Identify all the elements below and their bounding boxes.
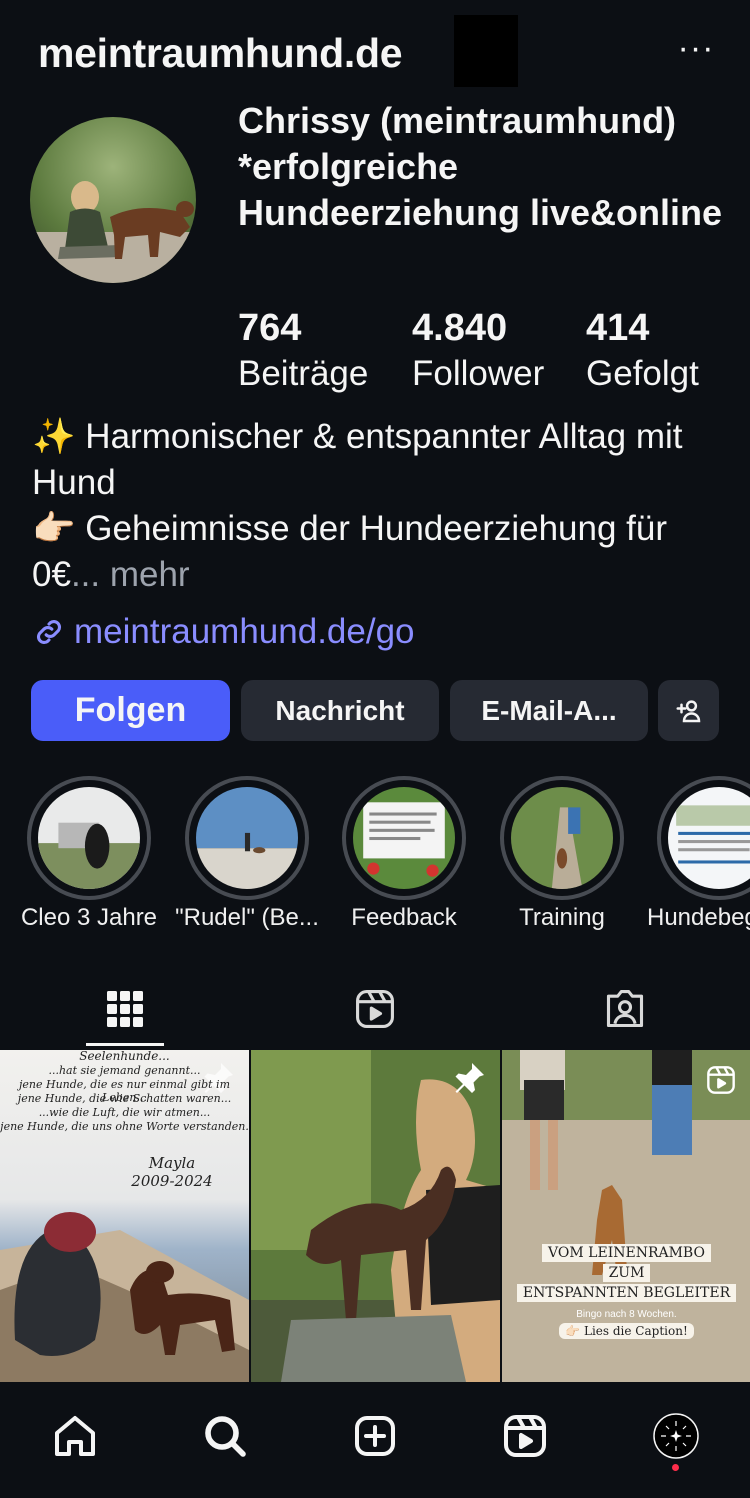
highlight-item[interactable]: Feedback	[342, 776, 466, 931]
active-tab-indicator	[86, 1043, 164, 1046]
bio: ✨ Harmonischer & entspannter Alltag mit …	[32, 414, 732, 598]
post-tile[interactable]: VOM LEINENRAMBO ZUM ENTSPANNTEN BEGLEITE…	[502, 1050, 750, 1382]
reels-icon	[356, 990, 394, 1028]
bio-line: ✨ Harmonischer & entspannter Alltag mit …	[32, 417, 683, 502]
reel-icon	[707, 1066, 735, 1094]
tab-tagged[interactable]	[500, 968, 750, 1050]
tab-reels[interactable]	[250, 968, 500, 1050]
highlight-label: Feedback	[351, 904, 457, 931]
overlay-line: VOM LEINENRAMBO	[542, 1244, 711, 1262]
full-name: Chrissy (meintraumhund) *erfolgreiche Hu…	[238, 100, 723, 233]
profile-link[interactable]: meintraumhund.de/go	[32, 609, 415, 655]
stat-value: 4.840	[412, 307, 508, 349]
highlight-item[interactable]: "Rudel" (Be...	[175, 776, 319, 931]
add-person-button[interactable]	[658, 680, 719, 741]
stat-label: Gefolgt	[586, 354, 699, 393]
poem-line: jene Hunde, die wie Schatten waren...	[17, 1092, 232, 1105]
username: meintraumhund.de	[38, 30, 403, 76]
stat-label: Follower	[412, 354, 545, 393]
overlay-subline: Bingo nach 8 Wochen.	[576, 1309, 677, 1320]
post-tile[interactable]: Seelenhunde... ...hat sie jemand genannt…	[0, 1050, 249, 1382]
home-icon[interactable]	[49, 1410, 101, 1462]
link-icon	[36, 619, 62, 645]
create-post-icon[interactable]	[349, 1410, 401, 1462]
poem-title: Seelenhunde...	[79, 1050, 170, 1063]
follow-button[interactable]: Folgen	[31, 680, 230, 741]
stat-followers[interactable]: 4.840 Follower	[412, 306, 544, 398]
posts-grid: Seelenhunde... ...hat sie jemand genannt…	[0, 1050, 750, 1382]
poem-line: ...wie die Luft, die wir atmen...	[38, 1106, 211, 1119]
grid-icon	[107, 991, 143, 1027]
more-options-icon[interactable]: ···	[676, 31, 716, 72]
poem-line: ...hat sie jemand genannt...	[48, 1064, 201, 1077]
highlight-item[interactable]: Hundebeg	[647, 776, 750, 931]
redacted-badge	[454, 15, 518, 87]
notification-dot	[672, 1464, 679, 1471]
overlay-subline: 👉🏻 Lies die Caption!	[559, 1323, 694, 1339]
tagged-icon	[606, 990, 644, 1028]
reel-overlay: VOM LEINENRAMBO ZUM ENTSPANNTEN BEGLEITE…	[502, 1244, 750, 1340]
stat-value: 414	[586, 307, 650, 349]
overlay-line: ENTSPANNTEN BEGLEITER	[516, 1284, 737, 1302]
stat-value: 764	[238, 307, 302, 349]
email-button[interactable]: E-Mail-A...	[450, 680, 648, 741]
memorial-name: Mayla	[148, 1154, 196, 1172]
highlight-item[interactable]: Training	[500, 776, 624, 931]
memorial-years: 2009-2024	[131, 1172, 213, 1190]
profile-avatar-icon[interactable]	[650, 1410, 702, 1462]
stat-label: Beiträge	[238, 354, 369, 393]
stat-posts[interactable]: 764 Beiträge	[238, 306, 368, 398]
bio-line: 👉🏻 Geheimnisse der Hundeerziehung für 0€…	[32, 506, 732, 598]
profile-tabs	[0, 968, 750, 1050]
search-icon[interactable]	[199, 1410, 251, 1462]
avatar[interactable]	[30, 117, 196, 283]
highlight-label: Cleo 3 Jahre	[20, 904, 158, 931]
profile-header: meintraumhund.de ···	[0, 0, 750, 100]
pin-icon	[455, 1063, 484, 1093]
bio-more-link[interactable]: ... mehr	[71, 555, 190, 594]
highlight-item[interactable]: Cleo 3 Jahre	[21, 776, 157, 931]
add-person-icon	[676, 699, 700, 722]
tab-posts[interactable]	[0, 968, 250, 1050]
highlight-label: Hundebeg	[647, 904, 750, 931]
post-tile[interactable]	[251, 1050, 500, 1382]
overlay-line: ZUM	[602, 1264, 651, 1282]
message-button[interactable]: Nachricht	[241, 680, 439, 741]
highlight-label: Training	[519, 904, 605, 931]
reels-nav-icon[interactable]	[499, 1410, 551, 1462]
profile-stats: 764 Beiträge 4.840 Follower 414 Gefolgt	[238, 306, 738, 396]
poem-line: jene Hunde, die uns ohne Worte verstande…	[0, 1120, 249, 1133]
stat-following[interactable]: 414 Gefolgt	[586, 306, 699, 398]
bottom-navigation	[0, 1382, 750, 1498]
profile-link-text: meintraumhund.de/go	[74, 612, 415, 651]
